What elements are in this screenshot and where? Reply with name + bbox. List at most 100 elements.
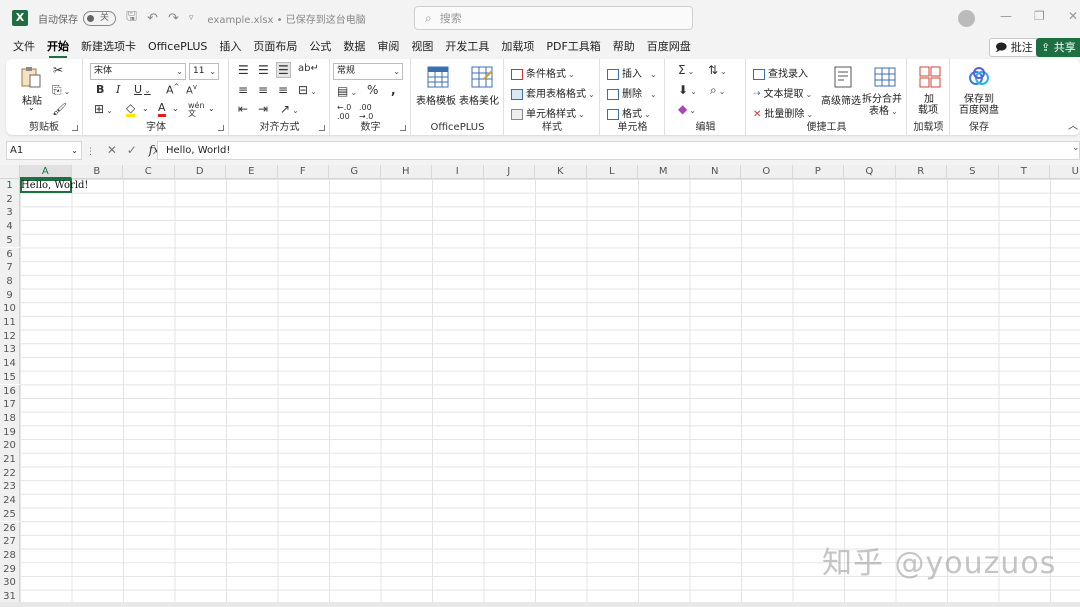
- lookup-entry-button[interactable]: 查找录入: [753, 65, 808, 80]
- column-header-h[interactable]: H: [380, 165, 432, 179]
- undo-icon[interactable]: ↶: [147, 11, 158, 26]
- format-painter-icon[interactable]: 🖌: [52, 102, 67, 116]
- column-header-e[interactable]: E: [226, 165, 278, 179]
- row-header-13[interactable]: 13: [0, 343, 20, 358]
- avatar[interactable]: [958, 10, 975, 27]
- row-header-5[interactable]: 5: [0, 233, 20, 248]
- increase-indent-icon[interactable]: ⇥: [258, 102, 268, 116]
- clear-icon[interactable]: ◆ ⌄: [678, 102, 696, 116]
- addins-icon[interactable]: [918, 65, 942, 89]
- column-header-k[interactable]: K: [535, 165, 587, 179]
- row-header-7[interactable]: 7: [0, 261, 20, 275]
- paste-dropdown-icon[interactable]: ⌄: [28, 103, 35, 112]
- alignment-launcher-icon[interactable]: [319, 125, 325, 131]
- tab-page-layout[interactable]: 页面布局: [247, 36, 303, 58]
- column-header-i[interactable]: I: [432, 165, 484, 179]
- text-extract-button[interactable]: ⇢ 文本提取 ⌄: [753, 85, 812, 101]
- column-header-m[interactable]: M: [638, 165, 690, 179]
- copy-icon[interactable]: ⎘ ⌄: [52, 83, 70, 98]
- column-header-u[interactable]: U: [1050, 165, 1080, 179]
- row-header-15[interactable]: 15: [0, 370, 20, 385]
- row-header-1[interactable]: 1: [0, 179, 20, 193]
- tab-developer[interactable]: 开发工具: [439, 36, 495, 58]
- advanced-filter-button[interactable]: 高级筛选: [821, 92, 861, 107]
- column-header-g[interactable]: G: [329, 165, 381, 179]
- row-header-21[interactable]: 21: [0, 453, 20, 467]
- row-header-29[interactable]: 29: [0, 562, 20, 577]
- tab-view[interactable]: 视图: [405, 36, 439, 58]
- column-header-o[interactable]: O: [741, 165, 793, 179]
- column-header-f[interactable]: F: [277, 165, 329, 179]
- row-header-2[interactable]: 2: [0, 192, 20, 207]
- expand-formula-icon[interactable]: ⌄: [1072, 143, 1080, 153]
- column-header-n[interactable]: N: [689, 165, 741, 179]
- baidu-netdisk-icon[interactable]: [967, 65, 991, 89]
- find-select-icon[interactable]: ⌕ ⌄: [710, 83, 725, 98]
- italic-icon[interactable]: I: [116, 83, 120, 96]
- split-merge-button-line2[interactable]: 表格 ⌄: [869, 102, 898, 117]
- delete-button[interactable]: 删除 ⌄: [607, 85, 657, 100]
- row-header-24[interactable]: 24: [0, 494, 20, 508]
- column-header-b[interactable]: B: [71, 165, 123, 179]
- comments-button[interactable]: 🗩 批注: [989, 38, 1039, 57]
- phonetic-icon[interactable]: wén 文: [188, 102, 205, 118]
- row-header-14[interactable]: 14: [0, 357, 20, 371]
- table-beautify-button[interactable]: 表格美化: [459, 92, 499, 107]
- percent-icon[interactable]: %: [367, 83, 378, 97]
- autosum-icon[interactable]: Σ ⌄: [678, 63, 694, 77]
- number-format-select[interactable]: 常规 ⌄: [333, 63, 403, 80]
- column-header-s[interactable]: S: [947, 165, 999, 179]
- column-header-d[interactable]: D: [174, 165, 226, 179]
- table-beautify-icon[interactable]: [470, 65, 494, 89]
- tab-formulas[interactable]: 公式: [303, 36, 337, 58]
- row-header-6[interactable]: 6: [0, 247, 20, 262]
- split-merge-icon[interactable]: [873, 65, 897, 89]
- row-header-19[interactable]: 19: [0, 425, 20, 440]
- align-center-icon[interactable]: ≡: [258, 83, 268, 97]
- merge-center-icon[interactable]: ⊟ ⌄: [298, 83, 317, 97]
- accounting-format-icon[interactable]: ▤ ⌄: [337, 84, 357, 98]
- row-header-9[interactable]: 9: [0, 288, 20, 303]
- column-header-j[interactable]: J: [483, 165, 535, 179]
- tab-home[interactable]: 开始: [41, 36, 75, 58]
- phonetic-dropdown-icon[interactable]: ⌄: [208, 104, 215, 113]
- table-template-button[interactable]: 表格模板: [416, 92, 456, 107]
- row-header-3[interactable]: 3: [0, 206, 20, 221]
- row-header-11[interactable]: 11: [0, 316, 20, 330]
- comma-style-icon[interactable]: ,: [391, 83, 396, 97]
- addins-button-line2[interactable]: 载项: [918, 101, 938, 116]
- fill-color-icon[interactable]: ◇: [126, 102, 136, 117]
- row-header-28[interactable]: 28: [0, 548, 20, 563]
- collapse-ribbon-icon[interactable]: ︿: [1068, 117, 1078, 132]
- cancel-icon[interactable]: ✕: [107, 143, 117, 157]
- row-header-16[interactable]: 16: [0, 384, 20, 399]
- horizontal-scrollbar[interactable]: [0, 602, 1080, 607]
- tab-review[interactable]: 审阅: [371, 36, 405, 58]
- cut-icon[interactable]: ✂: [53, 63, 63, 77]
- column-header-t[interactable]: T: [998, 165, 1050, 179]
- align-middle-icon[interactable]: ☰: [258, 63, 269, 77]
- row-header-17[interactable]: 17: [0, 398, 20, 412]
- insert-button[interactable]: 插入 ⌄: [607, 65, 657, 80]
- number-launcher-icon[interactable]: [400, 125, 406, 131]
- bold-icon[interactable]: B: [96, 83, 104, 96]
- font-launcher-icon[interactable]: [218, 125, 224, 131]
- row-header-30[interactable]: 30: [0, 576, 20, 590]
- column-header-r[interactable]: R: [895, 165, 947, 179]
- tab-pdf-tools[interactable]: PDF工具箱: [540, 36, 606, 58]
- increase-font-icon[interactable]: A^: [166, 83, 179, 97]
- customize-toolbar-icon[interactable]: ▿: [189, 13, 194, 23]
- row-header-20[interactable]: 20: [0, 439, 20, 453]
- fill-icon[interactable]: ⬇ ⌄: [678, 83, 697, 97]
- select-all-corner[interactable]: [0, 165, 20, 179]
- row-header-25[interactable]: 25: [0, 507, 20, 522]
- row-header-26[interactable]: 26: [0, 521, 20, 536]
- tab-insert[interactable]: 插入: [213, 36, 247, 58]
- font-color-icon[interactable]: A: [158, 102, 166, 117]
- decrease-indent-icon[interactable]: ⇤: [238, 102, 248, 116]
- tab-file[interactable]: 文件: [7, 36, 41, 58]
- row-header-22[interactable]: 22: [0, 466, 20, 481]
- minimize-icon[interactable]: —: [1000, 9, 1012, 23]
- column-header-l[interactable]: L: [586, 165, 638, 179]
- font-size-select[interactable]: 11 ⌄: [189, 63, 219, 80]
